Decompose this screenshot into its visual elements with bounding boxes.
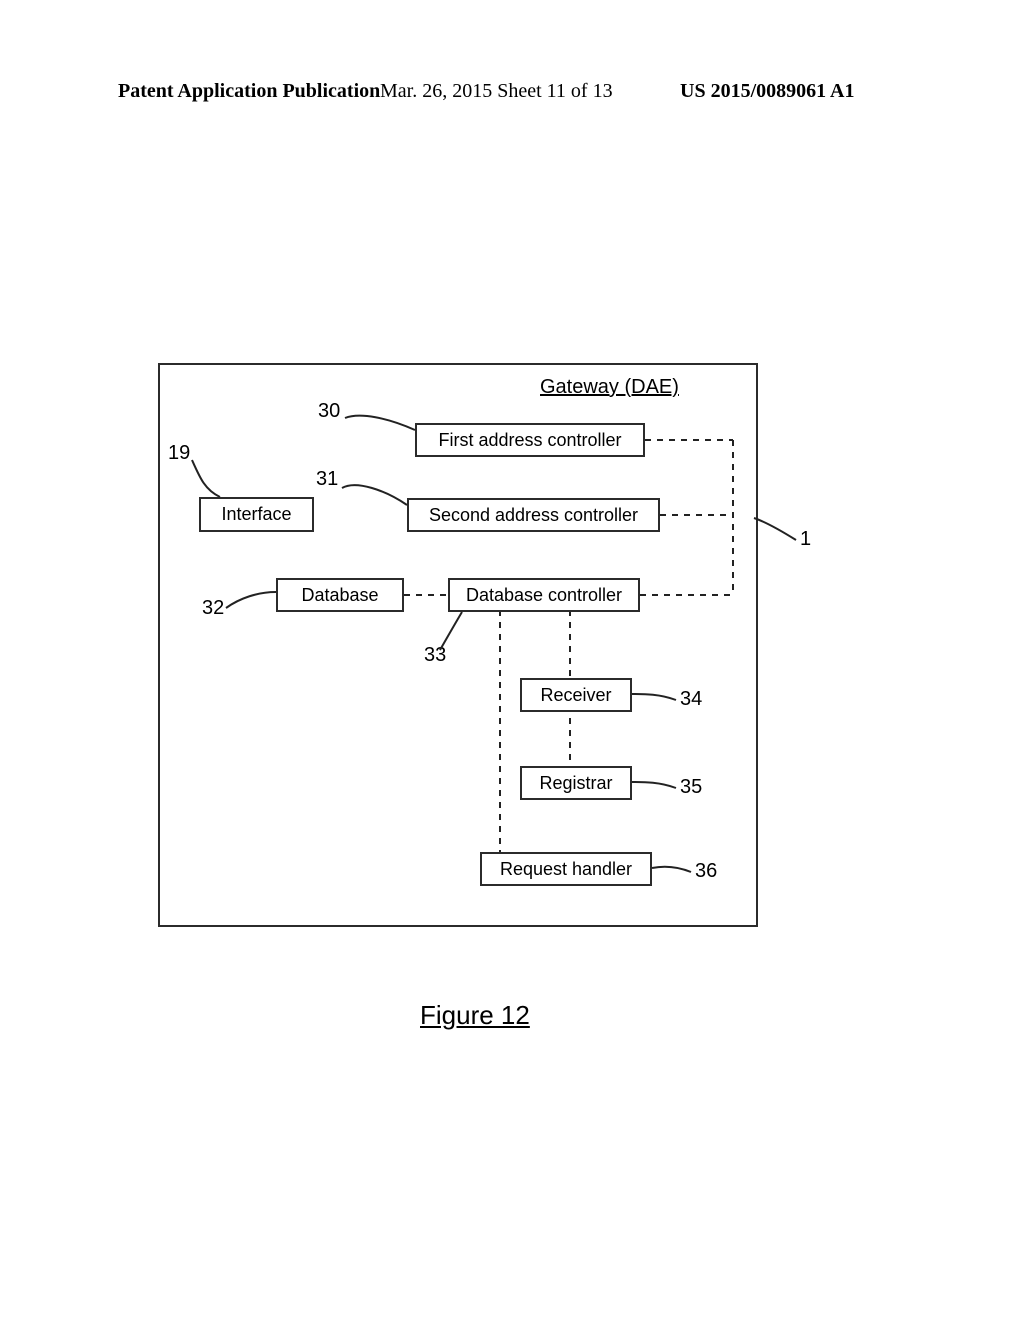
figure-caption: Figure 12 <box>420 1000 530 1031</box>
pointer-hooks <box>0 0 1024 1320</box>
page: Patent Application Publication Mar. 26, … <box>0 0 1024 1320</box>
